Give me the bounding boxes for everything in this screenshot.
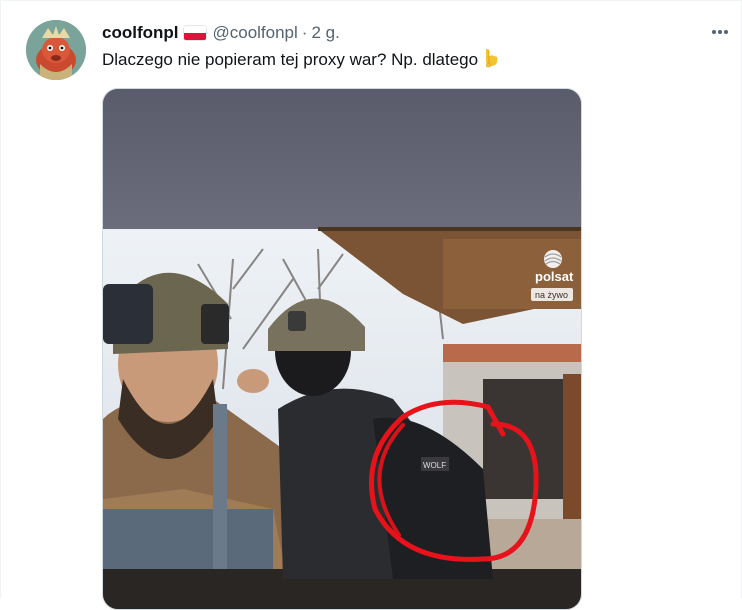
backhand-index-pointing-down-emoji — [482, 48, 500, 74]
separator-dot: · — [301, 23, 308, 42]
patch-text: WOLF — [423, 461, 446, 470]
display-name[interactable]: coolfonpl — [102, 23, 178, 43]
user-handle[interactable]: @coolfonpl — [212, 23, 297, 43]
poland-flag-icon — [184, 26, 207, 40]
tweet-text: Dlaczego nie popieram tej proxy war? Np.… — [102, 48, 500, 74]
broadcaster-badge-text: na żywo — [535, 290, 568, 300]
broadcaster-logo-text: polsat — [535, 269, 574, 284]
polsat-logo — [544, 250, 562, 268]
media-photo: polsat na żywo WOLF — [103, 89, 581, 609]
tweet-card[interactable]: coolfonpl @coolfonpl · 2 g. Dlaczego nie… — [0, 0, 742, 610]
timestamp[interactable]: 2 g. — [311, 23, 339, 43]
tweet-media-image[interactable]: polsat na żywo WOLF — [102, 88, 582, 610]
avatar-image — [26, 20, 86, 80]
tweet-header: coolfonpl @coolfonpl · 2 g. — [102, 22, 340, 44]
tweet-text-content: Dlaczego nie popieram tej proxy war? Np.… — [102, 50, 479, 69]
avatar[interactable] — [26, 20, 86, 80]
more-horizontal-icon[interactable] — [709, 23, 731, 41]
